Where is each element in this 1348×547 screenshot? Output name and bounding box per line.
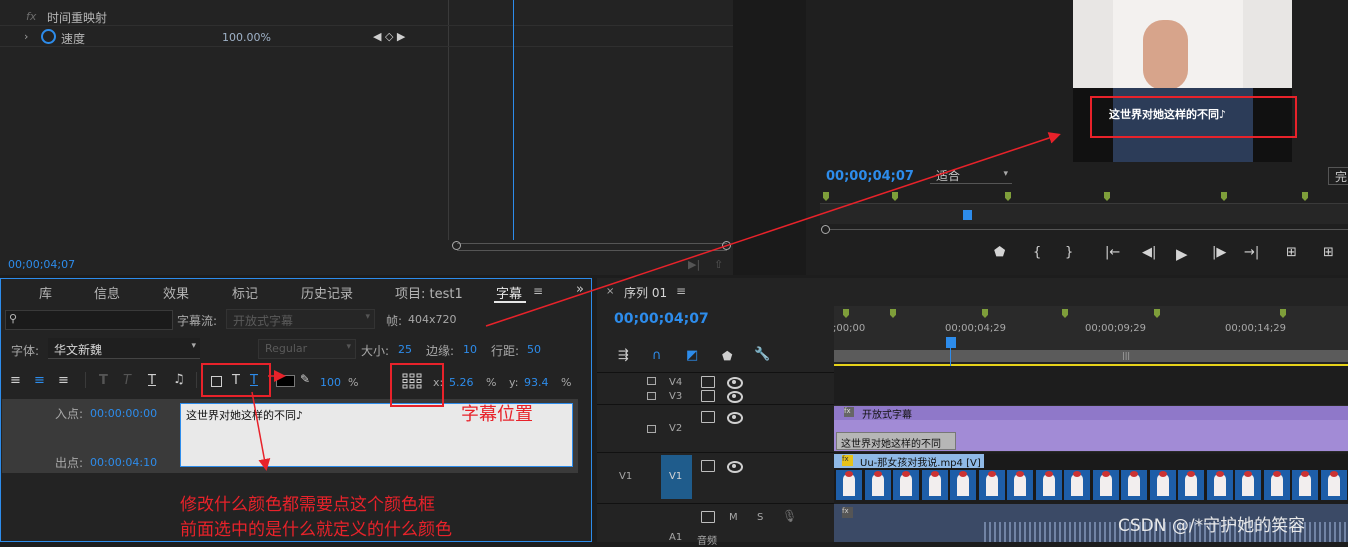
arrow-to-preview bbox=[485, 132, 1061, 327]
arrow-from-note bbox=[251, 391, 271, 471]
watermark: CSDN @/*守护她的笑容 bbox=[1118, 516, 1306, 536]
annotation-arrows bbox=[251, 132, 1061, 471]
